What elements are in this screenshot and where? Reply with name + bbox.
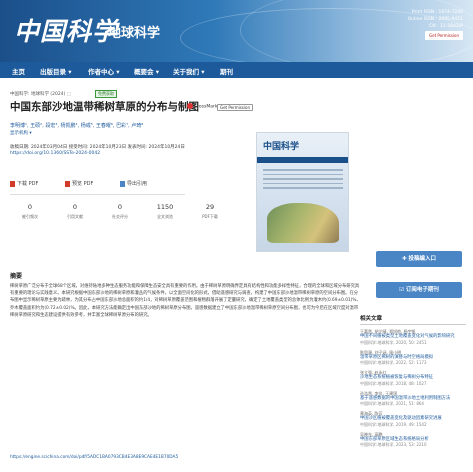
nav-item-catalog[interactable]: 出版目录 ▾ <box>40 66 72 76</box>
divider <box>10 194 185 195</box>
article-dates: 收稿日期: 2024年03月04日 接受时间: 2024年10月23日 发表时间… <box>10 145 185 150</box>
export-citation-button[interactable]: 导出引用 <box>120 180 147 187</box>
related-item[interactable]: 黄海英, 陈芳 中国沙区植被覆盖变化及驱动因素研究进展 中国科学:地球科学, 2… <box>360 411 466 427</box>
metric-citations: 0 被引频次 <box>10 203 50 220</box>
pdf-icon <box>65 180 70 187</box>
metric-label: 社交评分 <box>112 214 128 219</box>
main-nav: 主页 出版目录 ▾ 作者中心 ▾ 概要会 ▾ 关于我们 ▾ 期刊 <box>0 62 473 78</box>
export-citation-label: 导出引用 <box>127 181 148 187</box>
nav-item-home[interactable]: 主页 <box>12 66 25 76</box>
metric-value: 29 <box>205 203 215 211</box>
metric-label: PDF下载 <box>202 214 218 219</box>
related-item[interactable]: 孙浩然, 李佳, 王建国 基于遥感数据的中国温带沙地土地利用制图方法 中国科学:… <box>360 391 466 407</box>
abstract-heading: 摘要 <box>10 273 23 280</box>
related-meta: 中国科学:地球科学, 2022, 52: 1173 <box>360 360 427 365</box>
related-meta: 中国科学:地球科学, 2020, 50: 2451 <box>360 339 427 345</box>
cover-band <box>257 157 348 163</box>
related-item[interactable]: 吴晓东, 高鹏 中国东部草原区域生态系统格局分析 中国科学:地球科学, 2023… <box>360 432 466 448</box>
submit-manuscript-button[interactable]: ✚ 投稿编入口 <box>376 251 462 267</box>
nav-item-journal[interactable]: 期刊 <box>220 66 233 76</box>
related-heading: 相关文章 <box>360 314 466 325</box>
related-item[interactable]: 王嘉然, 胡芷晴, 郑旭航, 杨宇帆 中国不同植被类型土地覆盖变化对气候的影响研… <box>360 329 466 345</box>
related-meta: 中国科学:地球科学, 2023, 53: 2210 <box>360 442 427 447</box>
pdf-url-link[interactable]: https://engine.scichina.com/doi/pdf/5ADC… <box>10 455 178 460</box>
site-header: 中国科学 地球科学 Print ISSN : 1674-7240 Online … <box>0 0 473 62</box>
download-pdf-label: 下载 PDF <box>17 181 39 187</box>
cover-lines <box>263 169 343 192</box>
cover-terrain-image <box>267 203 339 243</box>
metric-references: 0 引用文献 <box>55 203 95 220</box>
author-list[interactable]: 李明博¹, 王硕², 段宏³, 杨凯鹏⁴, 杨彧⁵, 王春曜⁶, 巴彩⁷, 卢琦… <box>10 122 143 129</box>
pdf-icon <box>10 180 15 187</box>
metric-social: 0 社交评分 <box>100 203 140 220</box>
related-meta: 中国科学:地球科学, 2021, 51: 864 <box>360 401 424 406</box>
metric-value: 0 <box>27 203 33 211</box>
crossmark-button[interactable]: CrossMark <box>187 103 217 110</box>
related-meta: 中国科学:地球科学, 2019, 49: 1542 <box>360 421 427 427</box>
journal-logo[interactable]: 中国科学 <box>14 12 118 48</box>
metric-value: 1150 <box>156 203 174 211</box>
abstract-text: 稀树草原广泛分布于全球68个区域，对维持陆地多种生态服务功能和保障生态安全具有重… <box>10 284 361 318</box>
article-metrics: 0 被引频次 0 引用文献 0 社交评分 1150 全文浏览 29 PDF下载 <box>10 203 240 223</box>
issn-online: Online ISSN : 2095-9451 <box>407 17 463 22</box>
journal-subtitle: 地球科学 <box>108 26 161 41</box>
preview-pdf-label: 预览 PDF <box>72 181 94 187</box>
related-title[interactable]: 中国不同植被类型土地覆盖变化对气候的影响研究 <box>360 334 466 340</box>
issn-info: Print ISSN : 1674-7240 Online ISSN : 209… <box>408 9 463 40</box>
journal-cover-image[interactable]: 中国科学 <box>256 132 349 252</box>
related-item[interactable]: 张立强, 赵永红 沙地生态系统植被恢复与稀树分布特征 中国科学:地球科学, 20… <box>360 370 466 386</box>
metric-downloads: 29 PDF下载 <box>190 203 230 220</box>
cn-number: CN : 11-5842/P <box>429 24 463 29</box>
related-articles: 相关文章 王嘉然, 胡芷晴, 郑旭航, 杨宇帆 中国不同植被类型土地覆盖变化对气… <box>360 314 466 452</box>
metric-label: 被引频次 <box>22 214 38 219</box>
open-access-badge: 免费获取 <box>95 90 117 98</box>
breadcrumb[interactable]: 中国科学: 地球科学 (2024) ⬚ <box>10 91 71 97</box>
get-permission-button[interactable]: Get Permission <box>425 31 463 40</box>
nav-item-authors[interactable]: 作者中心 ▾ <box>88 66 120 76</box>
article-actions: 下载 PDF 预览 PDF 导出引用 <box>10 178 185 192</box>
nav-item-about[interactable]: 关于我们 ▾ <box>173 66 205 76</box>
crossmark-icon <box>187 103 193 109</box>
download-pdf-button[interactable]: 下载 PDF <box>10 180 38 187</box>
related-meta: 中国科学:地球科学, 2018, 48: 1027 <box>360 380 427 386</box>
metric-value: 0 <box>72 203 78 211</box>
nav-item-overview[interactable]: 概要会 ▾ <box>134 66 159 76</box>
get-permission-link[interactable]: Get Permission <box>217 104 253 111</box>
subscribe-button[interactable]: ☑ 订阅电子期刊 <box>376 282 462 298</box>
issn-print: Print ISSN : 1674-7240 <box>411 10 463 15</box>
article-title: 中国东部沙地温带稀树草原的分布与制图 <box>10 101 199 113</box>
metric-label: 全文浏览 <box>157 214 173 219</box>
show-affiliations-toggle[interactable]: 显示机构 ▾ <box>10 130 32 136</box>
doi-link[interactable]: https://doi.org/10.1360/SSTe-2024-0042 <box>10 151 100 156</box>
related-item[interactable]: 陈思源, 刘子涵, 周小明 温带草原区稀树的演替与时空格局模拟 中国科学:地球科… <box>360 350 466 366</box>
quote-icon <box>120 180 125 187</box>
crossmark-label: CrossMark <box>194 104 218 110</box>
preview-pdf-button[interactable]: 预览 PDF <box>65 180 93 187</box>
metric-label: 引用文献 <box>67 214 83 219</box>
metric-views: 1150 全文浏览 <box>145 203 185 220</box>
cover-title: 中国科学 <box>263 142 300 152</box>
metric-value: 0 <box>117 203 123 211</box>
